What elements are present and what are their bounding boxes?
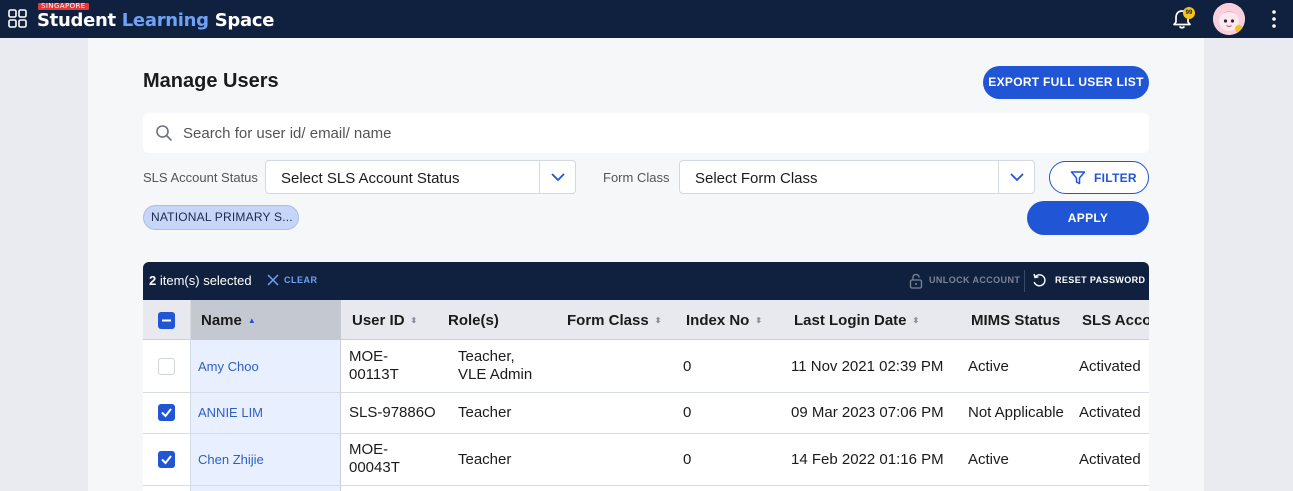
mims-status-cell: Active [968, 358, 1009, 375]
form-class-value: Select Form Class [695, 170, 818, 187]
funnel-icon [1070, 171, 1086, 185]
checkmark-icon [161, 408, 172, 418]
page-title: Manage Users [143, 70, 279, 92]
user-id-cell: MOE- 00113T [349, 348, 399, 383]
form-class-select[interactable]: Select Form Class [679, 160, 1035, 194]
column-header-last-login[interactable]: Last Login Date ⬍ [794, 312, 919, 329]
sort-icon: ⬍ [410, 316, 418, 325]
selection-toolbar: 2 item(s) selected CLEAR UNLOCK ACCOUNT … [143, 262, 1149, 300]
roles-cell: Teacher [458, 404, 512, 421]
apply-button[interactable]: APPLY [1027, 201, 1149, 235]
reset-icon [1033, 273, 1046, 287]
row-divider [143, 392, 1149, 393]
row-divider [143, 433, 1149, 434]
sort-asc-icon: ▲ [247, 316, 256, 325]
sls-account-status-select[interactable]: Select SLS Account Status [265, 160, 576, 194]
apps-grid-icon[interactable] [8, 9, 27, 28]
sls-status-cell: Activated [1079, 404, 1141, 421]
sls-account-status-value: Select SLS Account Status [281, 170, 460, 187]
column-header-roles: Role(s) [448, 312, 499, 329]
select-all-checkbox[interactable] [158, 312, 175, 329]
index-no-cell: 0 [683, 404, 692, 421]
last-login-cell: 11 Nov 2021 02:39 PM [791, 358, 944, 375]
column-header-user-id[interactable]: User ID ⬍ [352, 312, 417, 329]
mims-status-cell: Active [968, 451, 1009, 468]
users-table: Name ▲ User ID ⬍ Role(s) Form Class ⬍ Index… [143, 300, 1149, 491]
column-header-index-no[interactable]: Index No ⬍ [686, 312, 762, 329]
chevron-down-icon [551, 173, 565, 182]
close-icon [267, 274, 279, 286]
minus-icon [162, 319, 171, 322]
form-class-label: Form Class [603, 170, 670, 185]
column-header-sls-account: SLS Accou [1082, 312, 1149, 329]
last-login-cell: 09 Mar 2023 07:06 PM [791, 404, 944, 421]
roles-cell: Teacher, VLE Admin [458, 348, 533, 383]
more-options-icon[interactable] [1268, 9, 1280, 29]
row-checkbox[interactable] [158, 451, 175, 468]
user-name-link[interactable]: ANNIE LIM [198, 404, 263, 422]
search-input[interactable] [183, 113, 1123, 153]
row-checkbox[interactable] [158, 404, 175, 421]
logo-title: Student Learning Space [37, 10, 275, 31]
roles-cell: Teacher [458, 451, 512, 468]
school-filter-chip[interactable]: NATIONAL PRIMARY S... [143, 205, 299, 230]
lock-icon [909, 273, 923, 289]
checkmark-icon [161, 455, 172, 465]
search-icon [156, 125, 172, 141]
select-divider [998, 161, 999, 193]
search-bar [143, 113, 1149, 153]
logo-singapore-tag: SINGAPORE [38, 3, 89, 10]
sls-status-cell: Activated [1079, 358, 1141, 375]
user-id-cell: MOE- 00043T [349, 441, 400, 476]
row-checkbox[interactable] [158, 358, 175, 375]
unlock-account-button[interactable]: UNLOCK ACCOUNT [909, 273, 1020, 291]
column-header-name[interactable]: Name ▲ [201, 312, 256, 329]
avatar-face-icon [1213, 3, 1245, 35]
sls-account-status-label: SLS Account Status [143, 170, 258, 185]
sort-icon: ⬍ [912, 316, 920, 325]
sort-icon: ⬍ [654, 316, 662, 325]
toolbar-divider [1024, 270, 1025, 292]
user-name-link[interactable]: Chen Zhijie [198, 451, 264, 469]
reset-password-button[interactable]: RESET PASSWORD [1032, 273, 1145, 290]
chevron-down-icon [1010, 173, 1024, 182]
user-name-link[interactable]: Amy Choo [198, 358, 259, 376]
user-id-cell: SLS-97886O [349, 404, 436, 421]
index-no-cell: 0 [683, 451, 692, 468]
column-header-mims-status: MIMS Status [971, 312, 1061, 329]
user-avatar[interactable] [1213, 3, 1245, 35]
index-no-cell: 0 [683, 358, 692, 375]
column-header-form-class[interactable]: Form Class ⬍ [567, 312, 661, 329]
selection-count-text: 2 item(s) selected [149, 273, 252, 288]
filter-button[interactable]: FILTER [1049, 161, 1149, 194]
filter-button-label: FILTER [1094, 171, 1137, 185]
sort-icon: ⬍ [755, 316, 763, 325]
export-user-list-button[interactable]: EXPORT FULL USER LIST [983, 66, 1149, 99]
select-divider [539, 161, 540, 193]
notification-badge: 99 [1183, 7, 1195, 19]
sls-status-cell: Activated [1079, 451, 1141, 468]
row-divider [143, 485, 1149, 486]
mims-status-cell: Not Applicable [968, 404, 1064, 421]
top-navigation-bar: SINGAPORE Student Learning Space 99 [0, 0, 1293, 38]
last-login-cell: 14 Feb 2022 01:16 PM [791, 451, 944, 468]
